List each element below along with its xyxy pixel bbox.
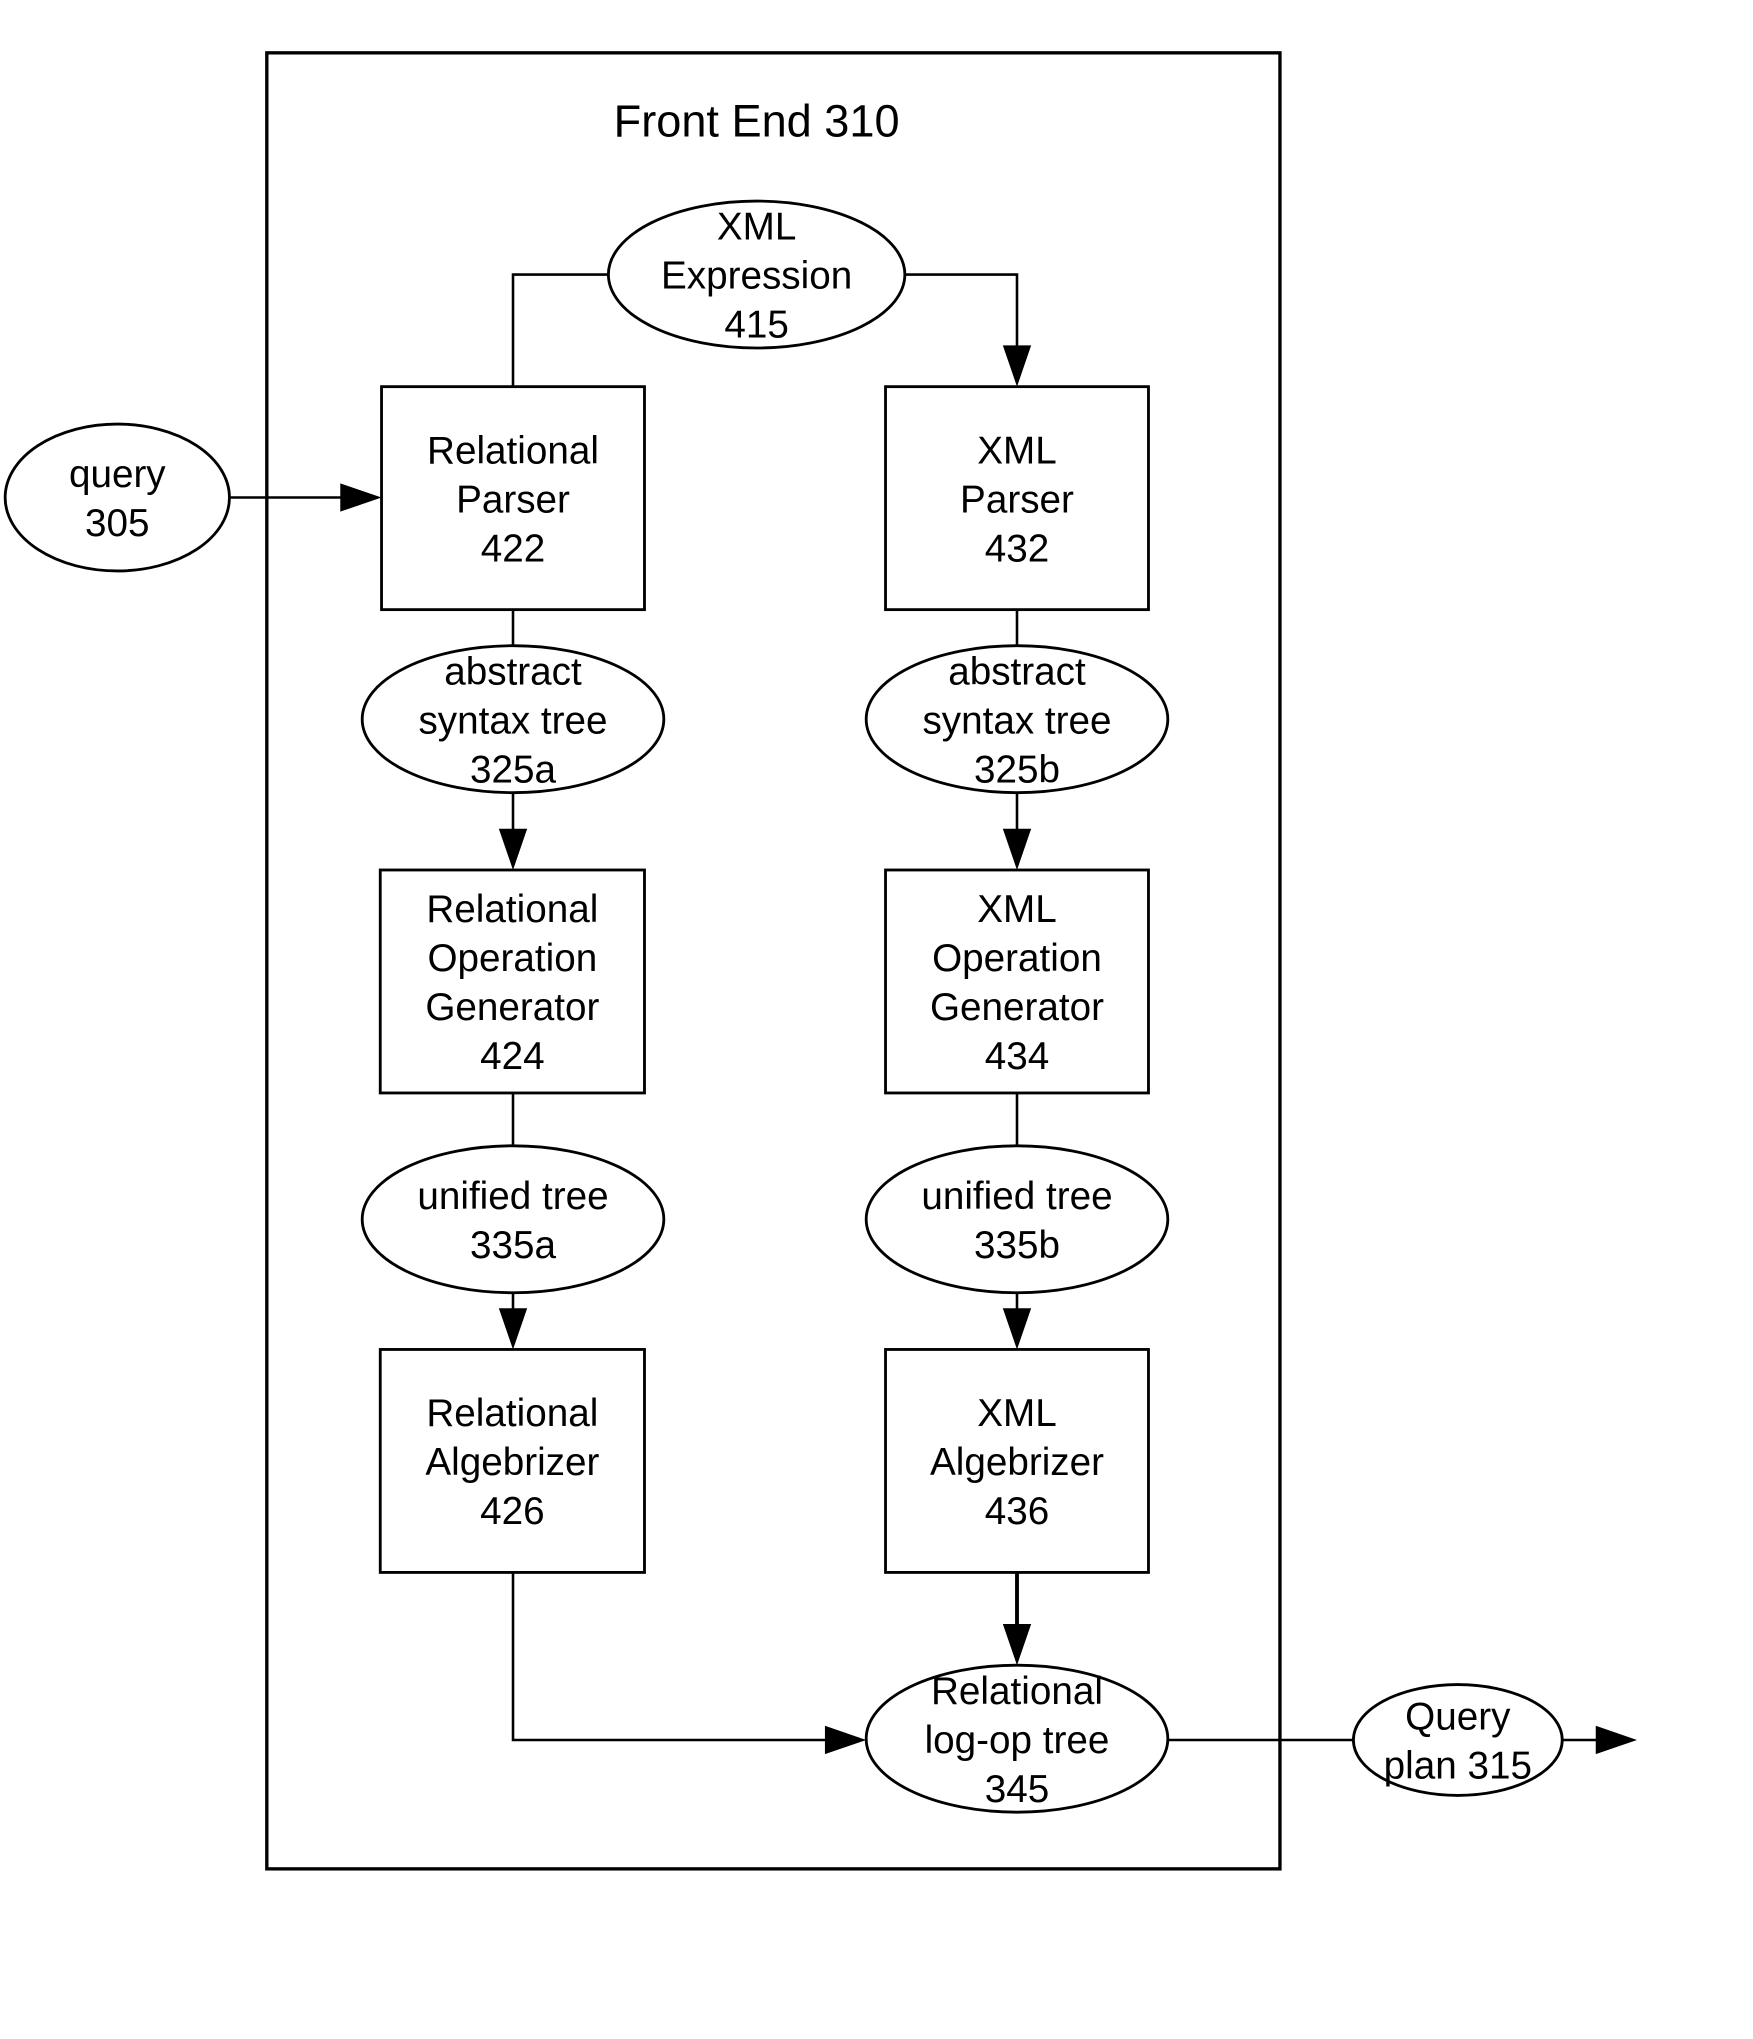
relational-algebrizer-to-logop-tree-arrowhead-icon — [824, 1725, 867, 1755]
xml-op-gen-label-line: Generator — [930, 986, 1104, 1029]
ast-b-to-xml-op-gen-arrowhead-icon — [1002, 828, 1032, 870]
query-label-line: 305 — [85, 502, 150, 545]
query-plan-label-line: Query — [1405, 1696, 1511, 1739]
relational-op-gen-label-line: 424 — [480, 1035, 545, 1078]
ast-a-to-relational-op-gen-arrowhead-icon — [498, 828, 528, 870]
unified-b-node: unified tree 335b — [864, 1144, 1170, 1295]
relational-op-gen-label-line: Operation — [427, 937, 597, 980]
xml-expression-label-line: Expression — [661, 255, 852, 298]
relational-op-gen-label-line: Relational — [426, 888, 598, 931]
query-ellipse — [3, 422, 231, 573]
xml-parser-label-line: XML — [977, 429, 1056, 472]
xml-algebrizer-label-line: XML — [977, 1392, 1056, 1435]
nodes: query 305 XML Expression 415 Relational Parser… — [3, 199, 1564, 1814]
ast-a-label-line: syntax tree — [418, 699, 607, 742]
unified-b-ellipse — [864, 1144, 1170, 1295]
relational-algebrizer-to-logop-tree-connector — [511, 1572, 831, 1742]
front-end-diagram: Front End 310 query 305 XML Expression 415 Re… — [3, 51, 1637, 1871]
unified-b-to-xml-algebrizer-arrowhead-icon — [1002, 1308, 1032, 1350]
ast-b-label-line: abstract — [948, 650, 1086, 693]
query-plan-label-line: plan 315 — [1384, 1745, 1532, 1788]
logop-tree-label-line: Relational — [931, 1670, 1103, 1713]
ast-b-label-line: syntax tree — [922, 699, 1111, 742]
ast-b-node: abstract syntax tree 325b — [864, 644, 1170, 795]
logop-tree-label-line: 345 — [985, 1768, 1050, 1811]
ast-a-node: abstract syntax tree 325a — [360, 644, 666, 795]
xml-op-gen-node: XML Operation Generator 434 — [884, 868, 1150, 1095]
relational-algebrizer-label-line: 426 — [480, 1490, 545, 1533]
logop-tree-node: Relational log-op tree 345 — [864, 1663, 1170, 1814]
relational-algebrizer-label-line: Algebrizer — [425, 1441, 599, 1484]
xml-algebrizer-label-line: Algebrizer — [930, 1441, 1104, 1484]
unified-a-ellipse — [360, 1144, 666, 1295]
ast-b-label-line: 325b — [974, 748, 1060, 791]
xml-op-gen-label-line: XML — [977, 888, 1056, 931]
relational-algebrizer-label-line: Relational — [426, 1392, 598, 1435]
query-to-relational-parser-arrowhead-icon — [340, 483, 382, 512]
relational-op-gen-label-line: Generator — [425, 986, 599, 1029]
unified-b-label-line: 335b — [974, 1224, 1060, 1267]
relational-algebrizer-node: Relational Algebrizer 426 — [378, 1348, 646, 1574]
xml-expression-to-relational-parser-connector — [511, 273, 609, 387]
front-end-title: Front End 310 — [614, 96, 900, 147]
unified-a-label-line: 335a — [470, 1224, 556, 1267]
xml-expression-label-line: XML — [717, 206, 796, 249]
relational-parser-label-line: Parser — [456, 478, 570, 521]
query-plan-to-output-arrowhead-icon — [1595, 1725, 1637, 1755]
relational-parser-node: Relational Parser 422 — [380, 385, 646, 612]
query-node: query 305 — [3, 422, 231, 573]
xml-algebrizer-node: XML Algebrizer 436 — [884, 1348, 1150, 1574]
query-plan-node: Query plan 315 — [1352, 1683, 1564, 1797]
xml-parser-label-line: 432 — [985, 527, 1050, 570]
query-label-line: query — [69, 453, 166, 496]
xml-algebrizer-to-logop-tree-arrowhead-icon — [1002, 1623, 1032, 1666]
unified-a-to-relational-algebrizer-arrowhead-icon — [498, 1308, 528, 1350]
xml-parser-node: XML Parser 432 — [884, 385, 1150, 612]
xml-expression-node: XML Expression 415 — [606, 199, 907, 350]
relational-parser-label-line: Relational — [427, 429, 599, 472]
ast-a-label-line: 325a — [470, 748, 556, 791]
xml-algebrizer-label-line: 436 — [985, 1490, 1050, 1533]
relational-op-gen-node: Relational Operation Generator 424 — [378, 868, 646, 1095]
xml-op-gen-label-line: Operation — [932, 937, 1102, 980]
relational-parser-label-line: 422 — [481, 527, 546, 570]
xml-expression-label-line: 415 — [724, 304, 789, 347]
unified-a-label-line: unified tree — [417, 1175, 608, 1218]
logop-tree-label-line: log-op tree — [925, 1719, 1110, 1762]
unified-b-label-line: unified tree — [921, 1175, 1112, 1218]
xml-parser-label-line: Parser — [960, 478, 1074, 521]
unified-a-node: unified tree 335a — [360, 1144, 666, 1295]
ast-a-label-line: abstract — [444, 650, 582, 693]
xml-expression-to-xml-parser-connector — [904, 273, 1019, 351]
xml-expression-to-xml-parser-arrowhead-icon — [1002, 345, 1032, 387]
xml-op-gen-label-line: 434 — [985, 1035, 1050, 1078]
